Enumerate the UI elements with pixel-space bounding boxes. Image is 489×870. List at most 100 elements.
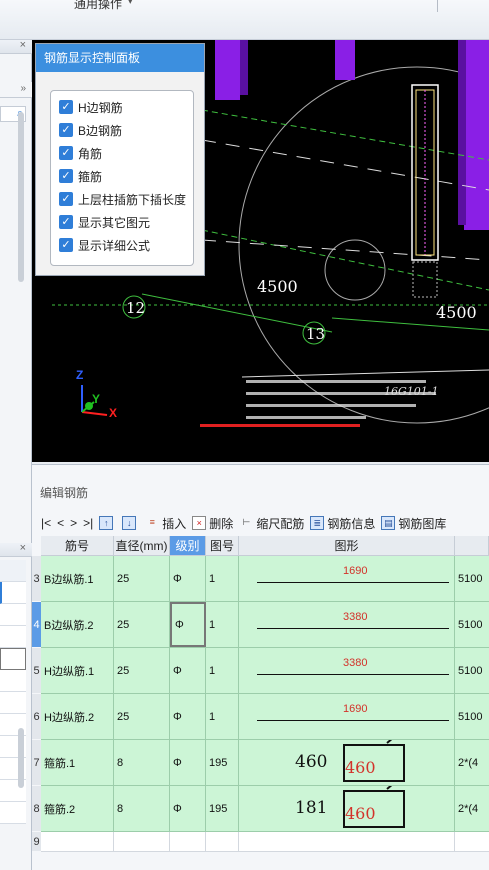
- option-stirrup[interactable]: ✓ 箍筋: [59, 166, 102, 186]
- column-header-grade[interactable]: 级别: [170, 536, 206, 556]
- panel-scrollbar-2[interactable]: [18, 728, 24, 788]
- arrow-down-icon: ↓: [122, 516, 137, 530]
- formula-cell[interactable]: 5100: [455, 602, 489, 647]
- column-header-shape[interactable]: 图形: [239, 536, 455, 556]
- table-row[interactable]: 4 B边纵筋.2 25 Φ 1 3380 5100: [32, 602, 489, 648]
- formula-cell[interactable]: 2*(4: [455, 740, 489, 785]
- delete-button[interactable]: × 删除: [192, 515, 233, 532]
- move-down-button[interactable]: ↓: [122, 516, 139, 530]
- grade-cell[interactable]: Φ: [170, 694, 206, 739]
- axis-line: [201, 139, 489, 191]
- list-item[interactable]: [0, 692, 26, 714]
- figure-no-cell[interactable]: 195: [206, 786, 239, 831]
- formula-cell[interactable]: 5100: [455, 648, 489, 693]
- scale-rebar-button[interactable]: ⊢ 缩尺配筋: [239, 515, 304, 532]
- figure-no-cell[interactable]: 1: [206, 648, 239, 693]
- checkbox-checked-icon[interactable]: ✓: [59, 123, 73, 137]
- checkbox-checked-icon[interactable]: ✓: [59, 215, 73, 229]
- grade-cell[interactable]: Φ: [170, 786, 206, 831]
- shape-cell[interactable]: 460 460: [239, 740, 455, 785]
- rebar-info-button[interactable]: ≣ 钢筋信息: [310, 515, 375, 532]
- first-record-button[interactable]: |<: [41, 516, 51, 530]
- table-row[interactable]: 7 箍筋.1 8 Φ 195 460 460 2*(4: [32, 740, 489, 786]
- diameter-cell[interactable]: 25: [114, 602, 170, 647]
- formula-cell[interactable]: 5100: [455, 694, 489, 739]
- list-item[interactable]: [0, 560, 26, 582]
- list-item[interactable]: [0, 626, 26, 648]
- option-dowel-length[interactable]: ✓ 上层柱插筋下插长度: [59, 189, 186, 209]
- shape-cell[interactable]: 181 460: [239, 786, 455, 831]
- bar-name-cell[interactable]: H边纵筋.1: [41, 648, 114, 693]
- list-item[interactable]: [0, 582, 26, 604]
- option-corner-rebar[interactable]: ✓ 角筋: [59, 143, 102, 163]
- shape-cell[interactable]: 3380: [239, 602, 455, 647]
- formula-cell[interactable]: [455, 832, 489, 851]
- table-row[interactable]: 9: [32, 832, 489, 852]
- table-row[interactable]: 8 箍筋.2 8 Φ 195 181 460 2*(4: [32, 786, 489, 832]
- option-show-detailed-formula[interactable]: ✓ 显示详细公式: [59, 235, 150, 255]
- option-show-other-elements[interactable]: ✓ 显示其它图元: [59, 212, 150, 232]
- diameter-cell[interactable]: 25: [114, 648, 170, 693]
- bar-name-cell[interactable]: H边纵筋.2: [41, 694, 114, 739]
- diameter-cell[interactable]: [114, 832, 170, 851]
- bar-name-cell[interactable]: B边纵筋.2: [41, 602, 114, 647]
- close-icon[interactable]: ×: [20, 542, 26, 554]
- list-item[interactable]: [0, 648, 26, 670]
- checkbox-checked-icon[interactable]: ✓: [59, 192, 73, 206]
- checkbox-checked-icon[interactable]: ✓: [59, 169, 73, 183]
- option-b-edge-rebar[interactable]: ✓ B边钢筋: [59, 120, 122, 140]
- grade-cell[interactable]: Φ: [170, 648, 206, 693]
- move-up-button[interactable]: ↑: [99, 516, 116, 530]
- common-operations-menu[interactable]: 通用操作: [74, 0, 122, 12]
- shape-cell[interactable]: 1690: [239, 556, 455, 601]
- bar-name-cell[interactable]: 箍筋.1: [41, 740, 114, 785]
- prev-record-button[interactable]: <: [57, 516, 64, 530]
- list-item[interactable]: [0, 604, 26, 626]
- column-header-figure-no[interactable]: 图号: [206, 536, 239, 556]
- bar-name-cell[interactable]: 箍筋.2: [41, 786, 114, 831]
- diameter-cell[interactable]: 25: [114, 694, 170, 739]
- double-chevron-right-icon[interactable]: »: [20, 83, 26, 94]
- table-row[interactable]: 5 H边纵筋.1 25 Φ 1 3380 5100: [32, 648, 489, 694]
- close-icon[interactable]: ×: [20, 39, 26, 51]
- scale-icon: ⊢: [242, 517, 251, 527]
- bar-name-cell[interactable]: [41, 832, 114, 851]
- figure-no-cell[interactable]: [206, 832, 239, 851]
- rebar-library-button[interactable]: ▤ 钢筋图库: [381, 515, 446, 532]
- panel-title: 编辑钢筋: [40, 486, 89, 500]
- diameter-cell[interactable]: 8: [114, 786, 170, 831]
- shape-cell[interactable]: [239, 832, 455, 851]
- column-header-bar-no[interactable]: 筋号: [41, 536, 114, 556]
- bar-name-cell[interactable]: B边纵筋.1: [41, 556, 114, 601]
- next-record-button[interactable]: >: [70, 516, 77, 530]
- diameter-cell[interactable]: 8: [114, 740, 170, 785]
- insert-button[interactable]: ≡ 插入: [145, 515, 187, 532]
- checkbox-checked-icon[interactable]: ✓: [59, 238, 73, 252]
- column-header-formula[interactable]: [455, 536, 489, 556]
- grade-cell[interactable]: Φ: [170, 556, 206, 601]
- grade-cell[interactable]: Φ: [170, 740, 206, 785]
- checkbox-checked-icon[interactable]: ✓: [59, 100, 73, 114]
- shape-cell[interactable]: 3380: [239, 648, 455, 693]
- last-record-button[interactable]: >|: [83, 516, 93, 530]
- diameter-cell[interactable]: 25: [114, 556, 170, 601]
- option-h-edge-rebar[interactable]: ✓ H边钢筋: [59, 97, 123, 117]
- rebar-shape-line: [257, 628, 449, 629]
- figure-no-cell[interactable]: 195: [206, 740, 239, 785]
- checkbox-checked-icon[interactable]: ✓: [59, 146, 73, 160]
- grade-cell-selected[interactable]: Φ: [170, 602, 206, 647]
- table-row[interactable]: 6 H边纵筋.2 25 Φ 1 1690 5100: [32, 694, 489, 740]
- list-item[interactable]: [0, 670, 26, 692]
- formula-cell[interactable]: 2*(4: [455, 786, 489, 831]
- table-row[interactable]: 3 B边纵筋.1 25 Φ 1 1690 5100: [32, 556, 489, 602]
- grade-cell[interactable]: [170, 832, 206, 851]
- formula-cell[interactable]: 5100: [455, 556, 489, 601]
- column-header-diameter[interactable]: 直径(mm): [114, 536, 170, 556]
- figure-no-cell[interactable]: 1: [206, 556, 239, 601]
- panel-scrollbar[interactable]: [18, 112, 24, 282]
- shape-length-label: 3380: [343, 611, 368, 623]
- figure-no-cell[interactable]: 1: [206, 602, 239, 647]
- shape-cell[interactable]: 1690: [239, 694, 455, 739]
- figure-no-cell[interactable]: 1: [206, 694, 239, 739]
- list-item[interactable]: [0, 802, 26, 824]
